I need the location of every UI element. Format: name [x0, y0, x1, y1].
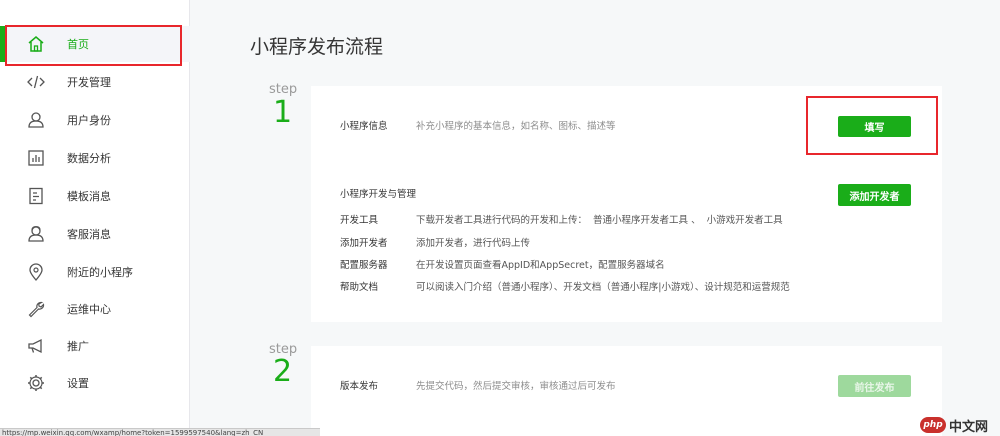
step-number: 1	[273, 95, 293, 130]
row-description: 添加开发者，进行代码上传	[416, 238, 531, 249]
row-description: 可以阅读入门介绍（普通小程序）、开发文档（普通小程序|小游戏）、设计规范和运营规…	[416, 282, 790, 293]
row-label: 帮助文档	[340, 282, 379, 293]
home-icon	[26, 34, 46, 54]
sidebar-item-label: 首页	[67, 38, 89, 51]
sidebar-item-label: 附近的小程序	[67, 266, 133, 279]
watermark: php 中文网	[920, 416, 998, 435]
dev-section-title: 小程序开发与管理	[340, 189, 417, 200]
sidebar-item-user-identity[interactable]: 用户身份	[0, 102, 190, 138]
sidebar-item-settings[interactable]: 设置	[0, 365, 190, 401]
link-mini-game-devtool[interactable]: 小游戏开发者工具	[707, 215, 783, 226]
sidebar-item-customer-service[interactable]: 客服消息	[0, 216, 190, 252]
sidebar-item-label: 运维中心	[67, 303, 111, 316]
step-number: 2	[273, 354, 293, 389]
fill-in-button[interactable]: 填写	[838, 116, 911, 137]
separator: 、	[691, 215, 701, 226]
megaphone-icon	[26, 336, 46, 356]
sidebar-item-label: 客服消息	[67, 228, 111, 241]
sidebar-item-label: 推广	[67, 340, 89, 353]
page-title: 小程序发布流程	[250, 36, 384, 58]
sidebar-item-ops-center[interactable]: 运维中心	[0, 291, 190, 327]
wrench-icon	[26, 299, 46, 319]
sidebar-item-data-analysis[interactable]: 数据分析	[0, 140, 190, 176]
sidebar-item-home[interactable]: 首页	[0, 26, 190, 62]
link-mini-program-devtool[interactable]: 普通小程序开发者工具	[593, 215, 688, 226]
go-publish-button[interactable]: 前往发布	[838, 375, 911, 397]
row-description: 在开发设置页面查看AppID和AppSecret，配置服务器域名	[416, 260, 665, 271]
chart-icon	[26, 148, 46, 168]
row-text: 下载开发者工具进行代码的开发和上传：	[416, 215, 588, 226]
sidebar-item-template-messages[interactable]: 模板消息	[0, 178, 190, 214]
location-pin-icon	[26, 262, 46, 282]
row-description: 下载开发者工具进行代码的开发和上传： 普通小程序开发者工具 、 小游戏开发者工具	[416, 212, 783, 226]
sidebar-item-promotion[interactable]: 推广	[0, 328, 190, 364]
sidebar-item-dev-management[interactable]: 开发管理	[0, 64, 190, 100]
sidebar-item-label: 开发管理	[67, 76, 111, 89]
row-label: 配置服务器	[340, 260, 388, 271]
info-description: 补充小程序的基本信息，如名称、图标、描述等	[416, 121, 616, 132]
sidebar: 首页 开发管理 用户身份 数据分析 模板消息 客服消息 附近的小程序 运维中心 …	[0, 0, 190, 436]
sidebar-item-nearby-mini-programs[interactable]: 附近的小程序	[0, 254, 190, 290]
sidebar-item-label: 数据分析	[67, 152, 111, 165]
code-icon	[26, 72, 46, 92]
publish-label: 版本发布	[340, 381, 379, 392]
browser-status-bar: https://mp.weixin.qq.com/wxamp/home?toke…	[0, 428, 320, 436]
active-indicator	[0, 26, 5, 62]
publish-description: 先提交代码，然后提交审核，审核通过后可发布	[416, 381, 616, 392]
row-label: 添加开发者	[340, 238, 388, 249]
watermark-text: 中文网	[949, 419, 989, 435]
row-label: 开发工具	[340, 215, 379, 226]
support-icon	[26, 224, 46, 244]
sidebar-item-label: 用户身份	[67, 114, 111, 127]
info-label: 小程序信息	[340, 121, 388, 132]
add-developer-button[interactable]: 添加开发者	[838, 184, 911, 206]
user-icon	[26, 110, 46, 130]
document-icon	[26, 186, 46, 206]
watermark-logo: php	[920, 417, 946, 433]
sidebar-item-label: 模板消息	[67, 190, 111, 203]
sidebar-item-label: 设置	[67, 377, 89, 390]
gear-icon	[26, 373, 46, 393]
